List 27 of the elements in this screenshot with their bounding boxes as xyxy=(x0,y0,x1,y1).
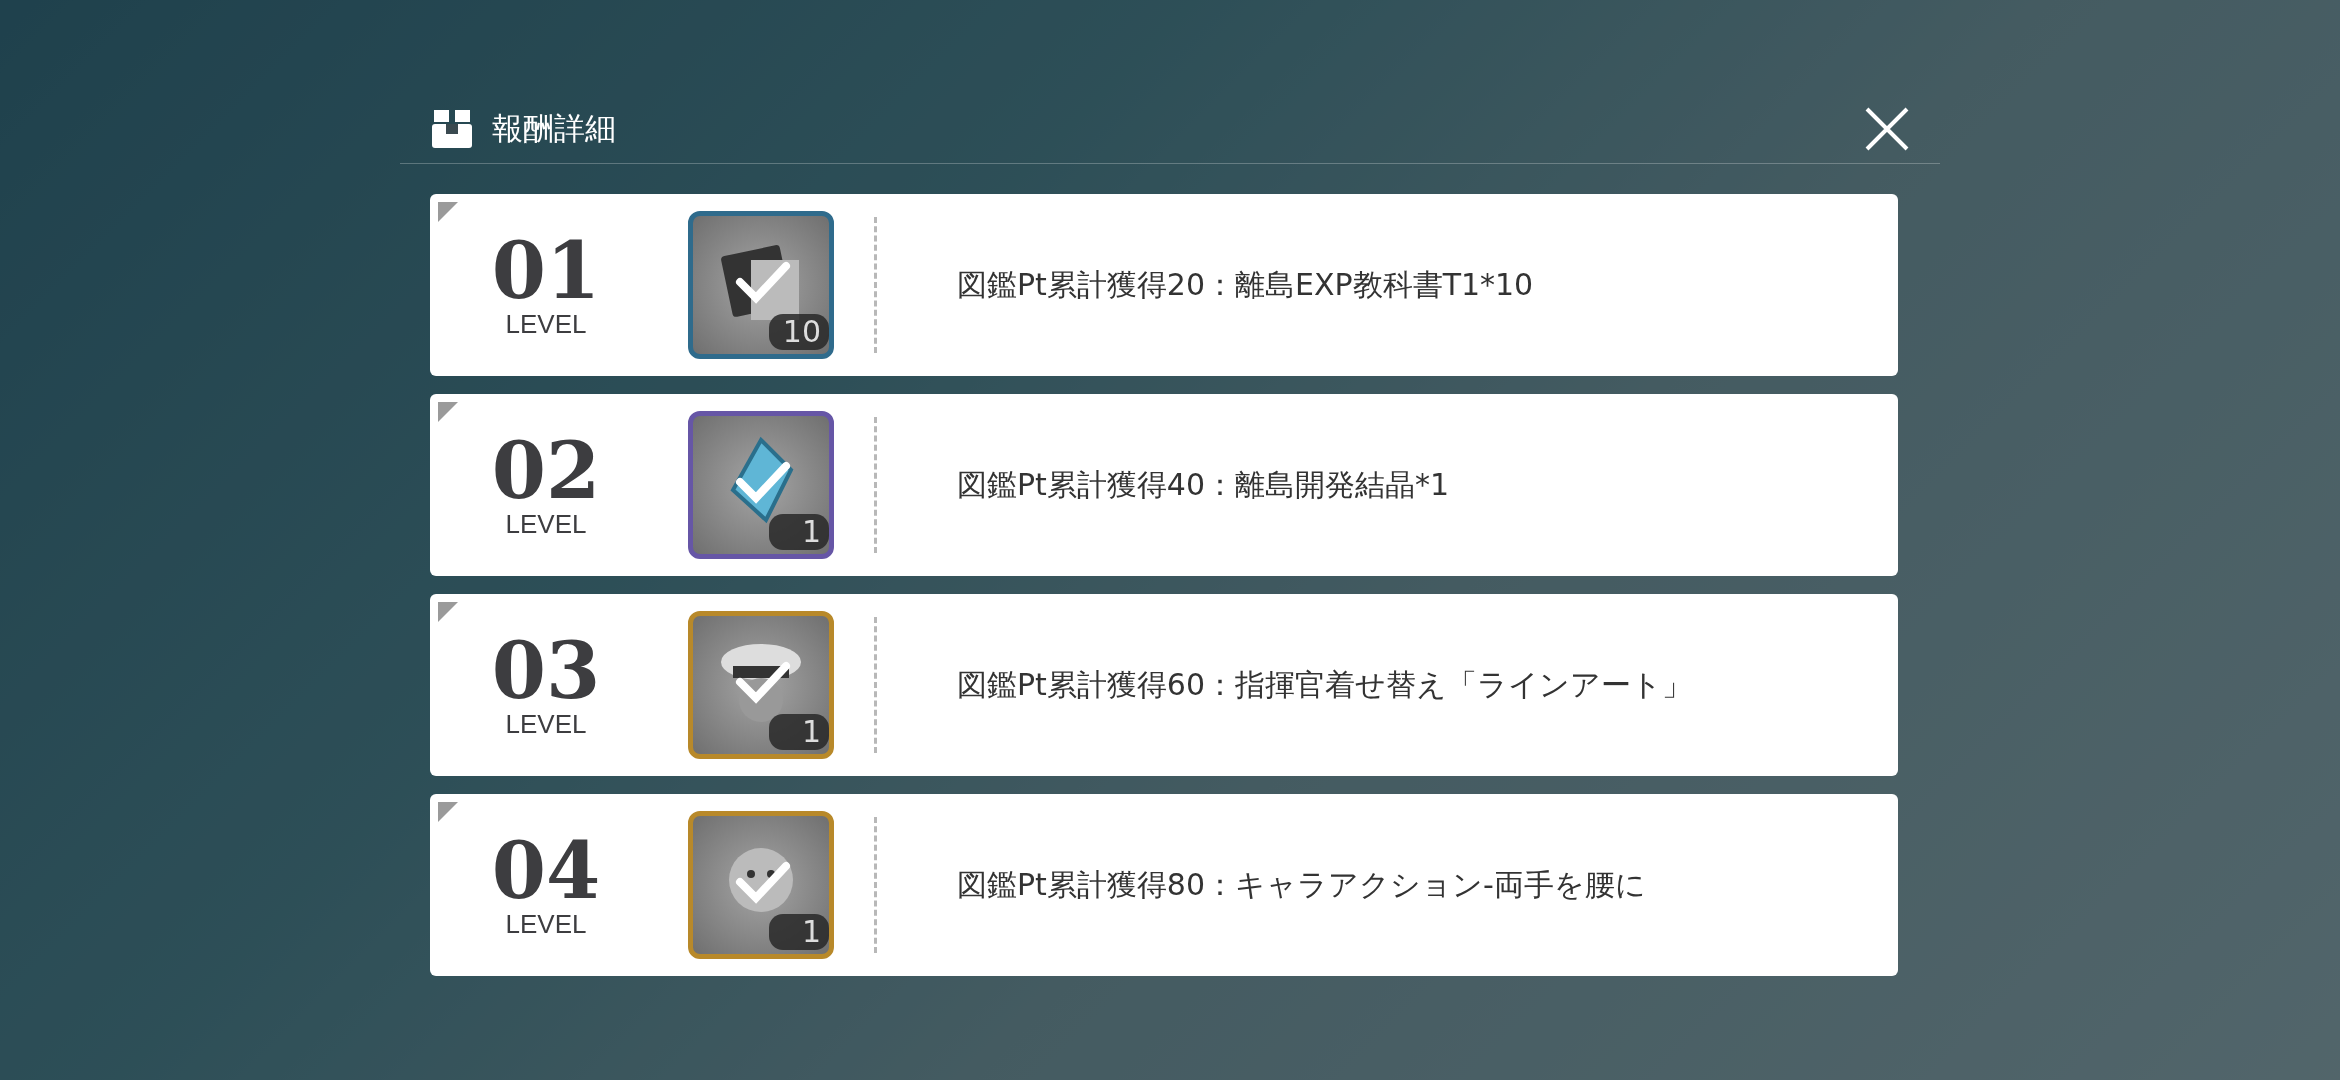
level-label: LEVEL xyxy=(505,910,587,938)
dialog-title: 報酬詳細 xyxy=(492,109,617,148)
level-number: 04 xyxy=(491,832,601,910)
reward-item[interactable]: 1 xyxy=(688,811,834,959)
reward-description: 図鑑Pt累計獲得80：キャラアクション-両手を腰に xyxy=(957,865,1646,904)
corner-mark xyxy=(438,402,458,422)
corner-mark xyxy=(438,802,458,822)
item-count: 1 xyxy=(769,714,829,750)
reward-item[interactable]: 1 xyxy=(688,611,834,759)
reward-description: 図鑑Pt累計獲得60：指揮官着せ替え「ラインアート」 xyxy=(957,665,1693,704)
reward-description: 図鑑Pt累計獲得20：離島EXP教科書T1*10 xyxy=(957,265,1534,304)
level-label: LEVEL xyxy=(505,710,587,738)
close-button[interactable] xyxy=(1864,106,1910,152)
gift-box-icon xyxy=(432,110,472,148)
item-count: 1 xyxy=(769,914,829,950)
corner-mark xyxy=(438,202,458,222)
level-label: LEVEL xyxy=(505,310,587,338)
reward-item[interactable]: 10 xyxy=(688,211,834,359)
level-number: 01 xyxy=(491,232,601,310)
corner-mark xyxy=(438,602,458,622)
reward-description: 図鑑Pt累計獲得40：離島開発結晶*1 xyxy=(957,465,1450,504)
level-number: 03 xyxy=(491,632,601,710)
level-number: 02 xyxy=(491,432,601,510)
reward-item[interactable]: 1 xyxy=(688,411,834,559)
level-label: LEVEL xyxy=(505,510,587,538)
item-count: 10 xyxy=(769,314,829,350)
item-count: 1 xyxy=(769,514,829,550)
